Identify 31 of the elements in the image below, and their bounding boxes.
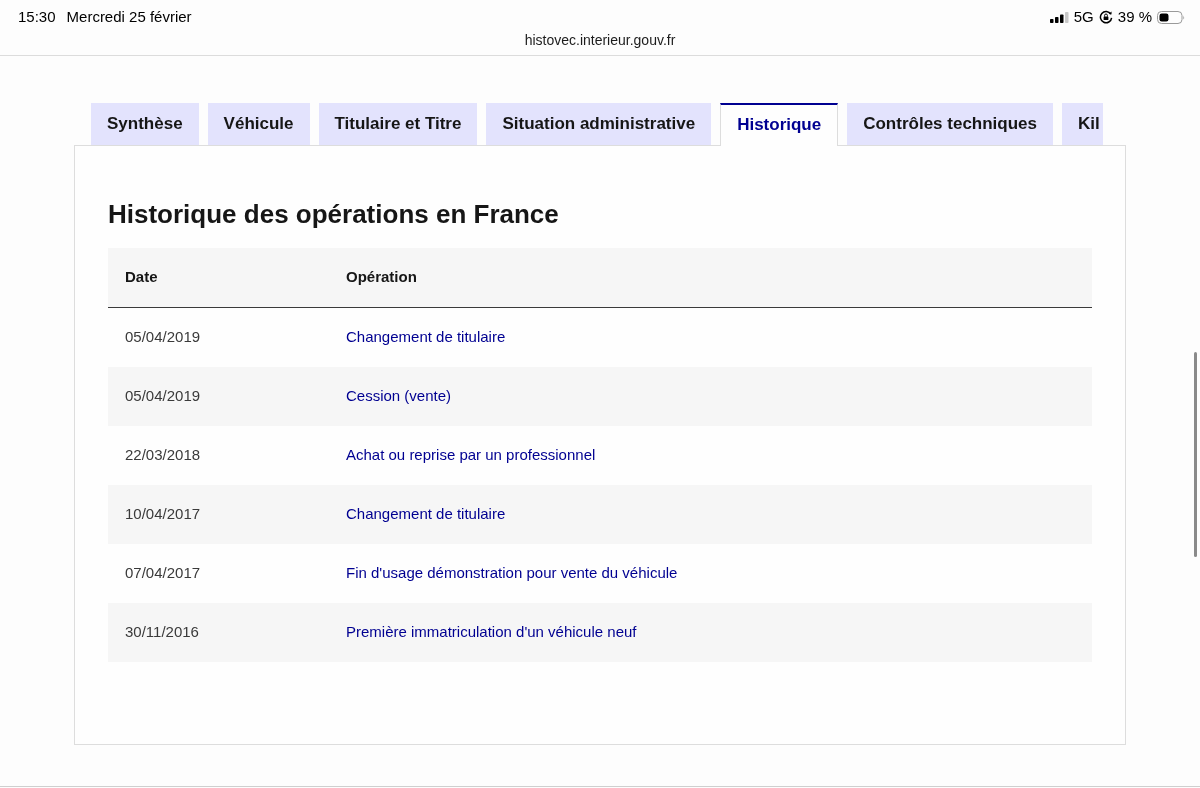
url-text[interactable]: histovec.interieur.gouv.fr bbox=[524, 32, 676, 49]
signal-icon bbox=[1049, 11, 1069, 23]
operation-link[interactable]: Achat ou reprise par un professionnel bbox=[346, 444, 596, 467]
operation-link[interactable]: Changement de titulaire bbox=[346, 326, 506, 349]
date-text: 30/11/2016 bbox=[125, 622, 200, 643]
scrollbar-thumb[interactable] bbox=[1194, 352, 1197, 557]
status-date: Mercredi 25 février bbox=[66, 8, 192, 26]
tab[interactable]: Contrôles techniques bbox=[847, 103, 1053, 145]
date-text: 05/04/2019 bbox=[125, 386, 202, 407]
date-text: 10/04/2017 bbox=[125, 504, 202, 525]
status-time: 15:30 bbox=[18, 8, 56, 26]
tab[interactable]: Situation administrative bbox=[486, 103, 712, 145]
tab[interactable]: Historique bbox=[720, 103, 839, 146]
battery-icon bbox=[1157, 10, 1185, 24]
column-header: Date bbox=[125, 267, 159, 288]
battery-percent: 39 % bbox=[1117, 8, 1152, 26]
section-title: Historique des opérations en France bbox=[108, 198, 560, 230]
tab[interactable]: Titulaire et Titre bbox=[318, 103, 478, 145]
network-label: 5G bbox=[1073, 8, 1094, 26]
date-text: 22/03/2018 bbox=[125, 445, 202, 466]
tab[interactable]: Synthèse bbox=[91, 103, 199, 145]
operation-link[interactable]: Première immatriculation d'un véhicule neuf bbox=[346, 621, 637, 644]
operation-link[interactable]: Cession (vente) bbox=[346, 385, 452, 408]
tab[interactable]: Véhicule bbox=[207, 103, 310, 145]
tab[interactable]: Kil bbox=[1062, 103, 1103, 145]
orientation-lock-icon bbox=[1098, 10, 1113, 24]
column-header: Opération bbox=[346, 267, 417, 288]
date-text: 07/04/2017 bbox=[125, 563, 202, 584]
date-text: 05/04/2019 bbox=[125, 327, 202, 348]
operation-link[interactable]: Changement de titulaire bbox=[346, 503, 506, 526]
operation-link[interactable]: Fin d'usage démonstration pour vente du véhicule bbox=[346, 562, 678, 585]
